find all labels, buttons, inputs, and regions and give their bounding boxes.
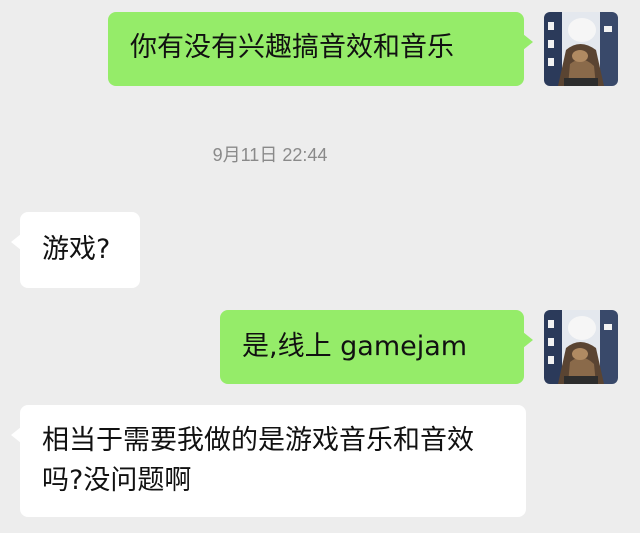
avatar-photo-icon (544, 12, 618, 86)
message-text: 你有没有兴趣搞音效和音乐 (130, 32, 454, 63)
message-bubble-outgoing[interactable]: 你有没有兴趣搞音效和音乐 (108, 12, 533, 86)
message-bubble-incoming[interactable]: 游戏? (11, 212, 140, 288)
avatar[interactable] (544, 12, 618, 86)
avatar[interactable] (544, 310, 618, 384)
message-bubble-incoming[interactable]: 相当于需要我做的是游戏音乐和音效吗?没问题啊 (11, 405, 526, 517)
message-text: 相当于需要我做的是游戏音乐和音效吗?没问题啊 (42, 425, 474, 496)
message-text: 是,线上 gamejam (242, 331, 468, 362)
timestamp: 9月11日 22:44 (212, 145, 328, 165)
avatar-photo-icon (544, 310, 618, 384)
message-bubble-outgoing[interactable]: 是,线上 gamejam (220, 310, 533, 384)
message-text: 游戏? (42, 234, 111, 265)
